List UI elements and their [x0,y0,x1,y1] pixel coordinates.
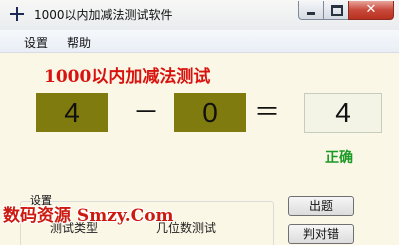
page-title: 1000以内加减法测试 [44,67,211,87]
maximize-button[interactable] [323,1,348,20]
close-button[interactable]: ✕ [348,1,394,20]
result-label: 正确 [325,150,353,166]
window-controls: ✕ [298,1,394,21]
menu-bar: 设置 帮助 [0,30,399,53]
check-answer-button[interactable]: 判对错 [288,224,354,244]
menu-settings[interactable]: 设置 [24,34,48,51]
maximize-icon [331,5,343,16]
minimize-button[interactable] [298,1,323,20]
close-icon: ✕ [365,2,377,17]
minimize-icon [307,12,315,15]
window-title: 1000以内加减法测试软件 [34,8,173,22]
operand-2: 0 [174,93,246,132]
plus-icon [10,7,24,21]
watermark: 数码资源 Smzy.Com [3,206,174,226]
generate-question-button[interactable]: 出题 [288,196,354,216]
equals-sign: ＝ [254,97,281,127]
operator-sign: － [133,97,160,127]
operand-1: 4 [36,93,108,132]
menu-help[interactable]: 帮助 [67,34,91,51]
title-bar[interactable]: 1000以内加减法测试软件 ✕ [0,0,399,30]
app-window: 1000以内加减法测试软件 ✕ 设置 帮助 1000以内加减法测试 4 － 0 … [0,0,399,245]
answer-input[interactable]: 4 [304,93,382,133]
